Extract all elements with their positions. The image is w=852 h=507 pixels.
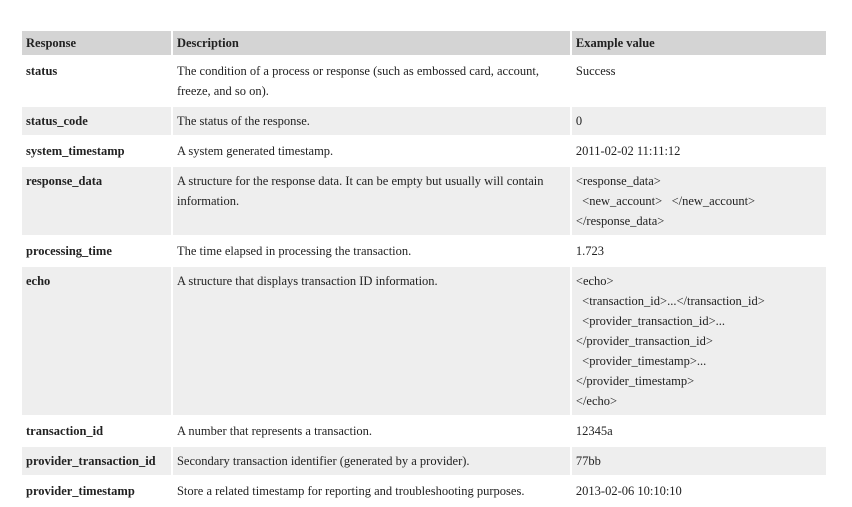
table-row: status_code The status of the response. …	[22, 107, 826, 135]
table-header-row: Response Description Example value	[22, 31, 826, 55]
table-row: response_data A structure for the respon…	[22, 167, 826, 235]
response-table: Response Description Example value statu…	[20, 29, 828, 507]
table-row: system_timestamp A system generated time…	[22, 137, 826, 165]
response-example: 77bb	[571, 447, 826, 475]
example-line: </provider_timestamp>	[575, 374, 695, 388]
example-line: <provider_timestamp>...	[575, 354, 707, 368]
response-name: echo	[22, 267, 171, 415]
response-name: status_code	[22, 107, 171, 135]
example-line: 2011-02-02 11:11:12	[575, 144, 681, 158]
response-example: 2013-02-06 10:10:10	[572, 477, 826, 505]
response-description: A structure that displays transaction ID…	[172, 267, 570, 415]
example-line: <transaction_id>...</transaction_id>	[575, 294, 765, 308]
response-example: 12345a	[572, 417, 826, 445]
response-example: 1.723	[572, 237, 826, 265]
example-line: Success	[575, 64, 616, 78]
response-name: system_timestamp	[26, 144, 125, 158]
table-row: status The condition of a process or res…	[22, 57, 826, 105]
example-line: </response_data>	[575, 214, 665, 228]
example-line: 12345a	[575, 424, 613, 438]
example-line: <provider_transaction_id>...	[575, 314, 726, 328]
example-line: 1.723	[575, 244, 605, 258]
response-description: The status of the response.	[172, 107, 570, 135]
table-row: provider_timestamp Store a related times…	[22, 477, 826, 505]
response-example: 2011-02-02 11:11:12	[572, 137, 826, 165]
response-name: response_data	[22, 167, 171, 235]
example-line: <echo>	[575, 274, 614, 288]
example-line: 0	[575, 114, 583, 128]
response-name: processing_time	[26, 244, 112, 258]
response-description: The condition of a process or response (…	[176, 64, 540, 98]
response-name: provider_timestamp	[26, 484, 135, 498]
example-line: </echo>	[575, 394, 618, 408]
response-description: The time elapsed in processing the trans…	[176, 244, 412, 258]
response-description: Store a related timestamp for reporting …	[176, 484, 525, 498]
response-name: status	[26, 64, 58, 78]
response-example: Success	[572, 57, 826, 105]
response-example: <echo> <transaction_id>...</transaction_…	[571, 267, 826, 415]
response-description: A number that represents a transaction.	[176, 424, 373, 438]
table-row: processing_time The time elapsed in proc…	[22, 237, 826, 265]
example-line: 77bb	[575, 454, 601, 468]
response-example: <response_data> <new_account> </new_acco…	[571, 167, 826, 235]
example-line: </provider_transaction_id>	[575, 334, 713, 348]
table-row: echo A structure that displays transacti…	[22, 267, 826, 415]
table-row: transaction_id A number that represents …	[22, 417, 826, 445]
response-description: Secondary transaction identifier (genera…	[172, 447, 570, 475]
example-line: <response_data>	[575, 174, 661, 188]
response-example: 0	[571, 107, 826, 135]
example-line: 2013-02-06 10:10:10	[575, 484, 682, 498]
header-description: Description	[172, 31, 570, 55]
response-name: provider_transaction_id	[22, 447, 171, 475]
response-description: A structure for the response data. It ca…	[172, 167, 570, 235]
response-name: transaction_id	[26, 424, 104, 438]
table-row: provider_transaction_id Secondary transa…	[22, 447, 826, 475]
header-example-value: Example value	[571, 31, 826, 55]
example-line: <new_account> </new_account>	[575, 194, 756, 208]
header-response: Response	[22, 31, 171, 55]
response-description: A system generated timestamp.	[176, 144, 334, 158]
